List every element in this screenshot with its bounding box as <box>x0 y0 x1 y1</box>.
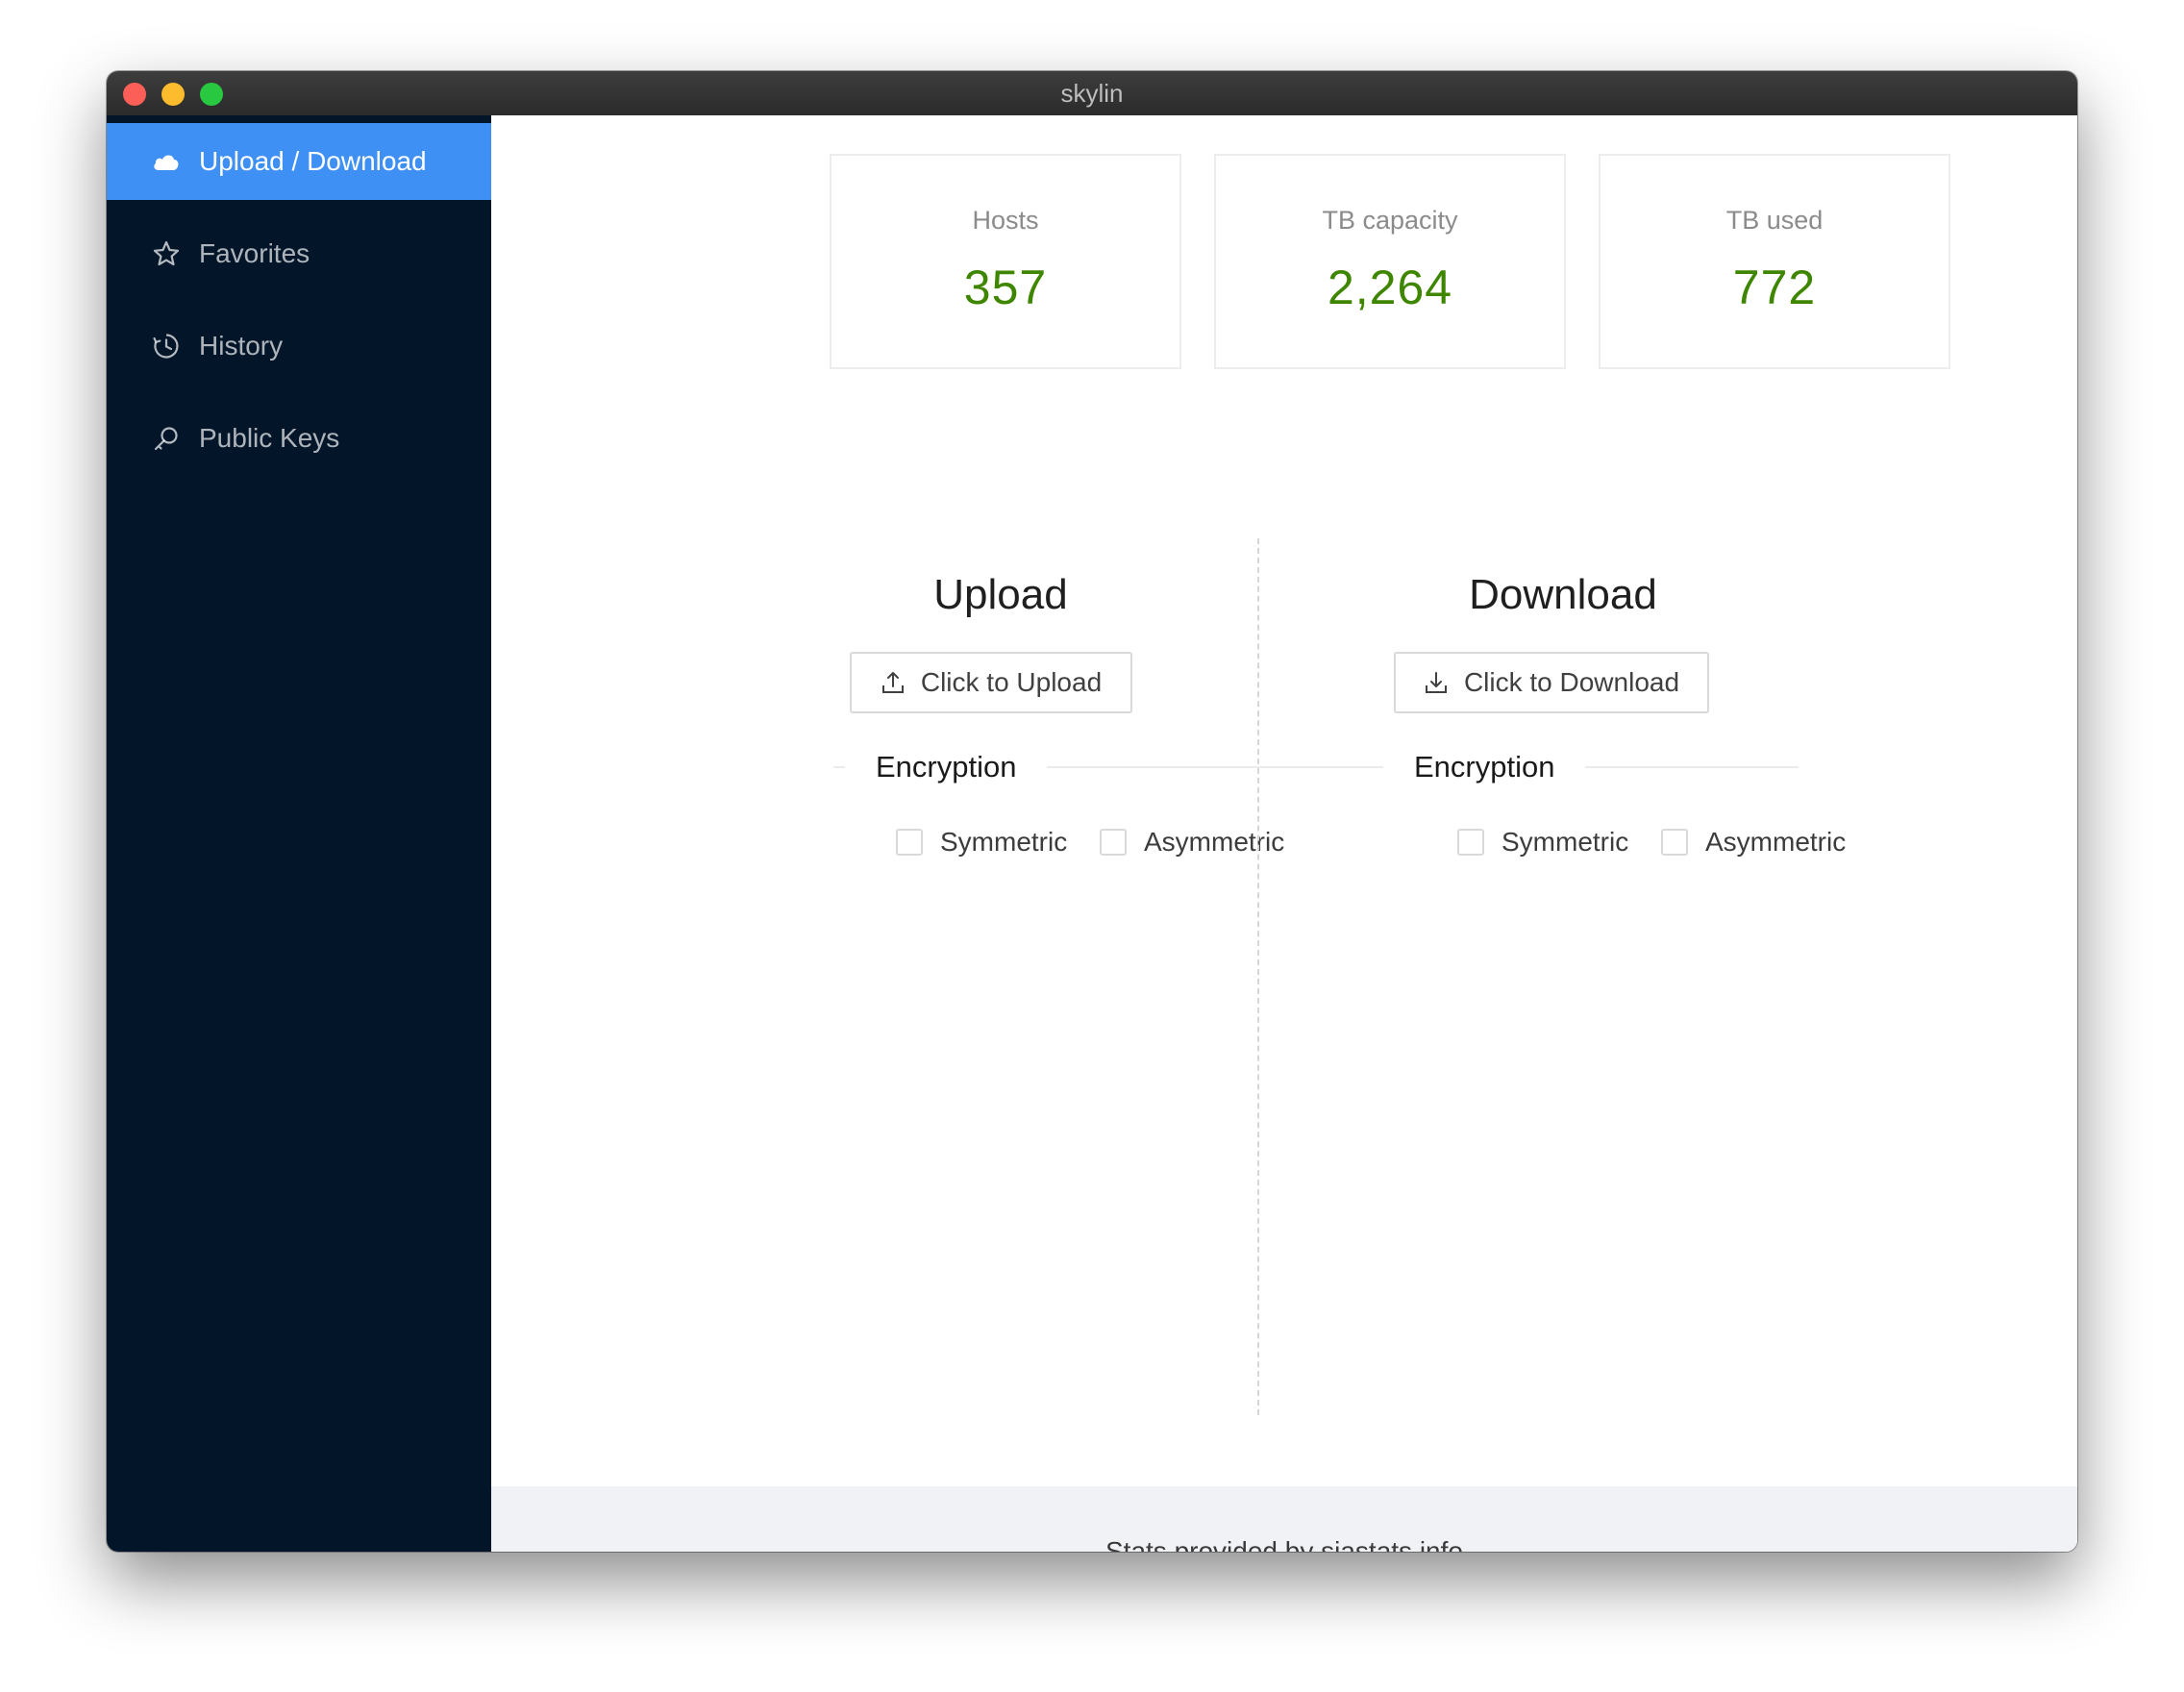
download-title: Download <box>1469 571 1657 618</box>
stat-label: TB used <box>1725 206 1824 235</box>
upload-button[interactable]: Click to Upload <box>850 652 1132 713</box>
upload-symmetric-checkbox[interactable] <box>896 829 923 856</box>
star-icon <box>151 238 182 269</box>
clock-icon <box>151 331 182 361</box>
download-symmetric-label[interactable]: Symmetric <box>1502 825 1628 859</box>
cloud-icon <box>151 146 182 177</box>
download-button-label: Click to Download <box>1463 667 1680 697</box>
upload-icon <box>881 672 904 693</box>
stat-card-hosts: Hosts 357 <box>830 154 1181 369</box>
stat-card-tb-capacity: TB capacity 2,264 <box>1214 154 1566 369</box>
stat-label: TB capacity <box>1322 206 1458 235</box>
sidebar-item-favorites[interactable]: Favorites <box>107 215 491 292</box>
download-icon <box>1425 672 1447 693</box>
stat-value: 357 <box>963 261 1048 314</box>
main-content: Hosts 357 TB capacity 2,264 TB used 772 … <box>491 115 2077 1552</box>
column-divider <box>1257 538 1259 1415</box>
app-window: skylin Upload / Download Favorites Histo… <box>107 71 2077 1552</box>
upload-asymmetric-label[interactable]: Asymmetric <box>1144 825 1284 859</box>
sidebar-item-label: Favorites <box>199 238 310 268</box>
sidebar-item-upload-download[interactable]: Upload / Download <box>107 123 491 200</box>
upload-button-label: Click to Upload <box>920 667 1103 697</box>
download-asymmetric-checkbox[interactable] <box>1661 829 1688 856</box>
sidebar: Upload / Download Favorites History Publ… <box>107 115 491 1552</box>
sidebar-item-label: History <box>199 331 284 361</box>
footer: Stats provided by siastats.info <box>491 1486 2077 1552</box>
title-bar: skylin <box>107 71 2077 116</box>
upload-symmetric-label[interactable]: Symmetric <box>940 825 1067 859</box>
sidebar-item-public-keys[interactable]: Public Keys <box>107 400 491 477</box>
download-button[interactable]: Click to Download <box>1394 652 1709 713</box>
upload-asymmetric-checkbox[interactable] <box>1100 829 1127 856</box>
download-encryption-label: Encryption <box>1383 748 1586 786</box>
sidebar-item-label: Public Keys <box>199 423 340 453</box>
window-title: skylin <box>1060 79 1124 108</box>
download-asymmetric-label[interactable]: Asymmetric <box>1705 825 1846 859</box>
stat-label: Hosts <box>972 206 1039 235</box>
upload-encryption-label: Encryption <box>845 748 1048 786</box>
footer-credit: Stats provided by siastats.info <box>1105 1536 1463 1552</box>
stat-value: 772 <box>1732 261 1817 314</box>
download-symmetric-checkbox[interactable] <box>1457 829 1484 856</box>
sidebar-item-label: Upload / Download <box>199 146 427 176</box>
stat-card-tb-used: TB used 772 <box>1599 154 1950 369</box>
key-icon <box>151 423 182 454</box>
sidebar-item-history[interactable]: History <box>107 308 491 385</box>
upload-title: Upload <box>933 571 1068 618</box>
stat-value: 2,264 <box>1327 261 1453 314</box>
